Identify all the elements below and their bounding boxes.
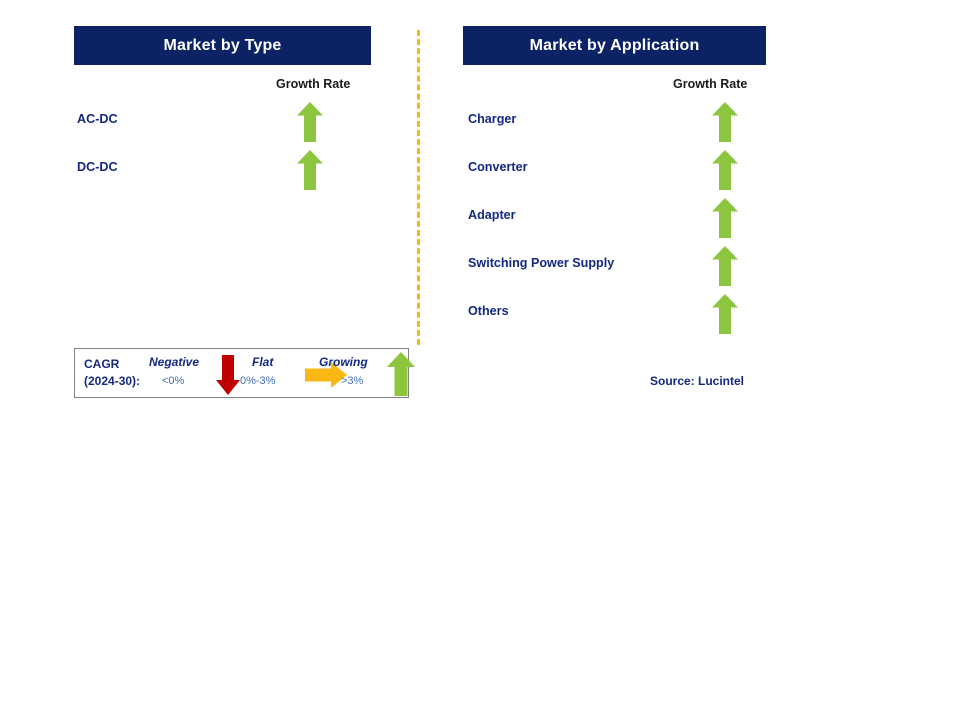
table-row: Charger	[463, 98, 766, 146]
table-row: Adapter	[463, 194, 766, 242]
source-attribution: Source: Lucintel	[650, 374, 745, 388]
row-label: Adapter	[468, 208, 516, 222]
legend-title: Negative	[149, 355, 200, 369]
panel-title-market-by-type: Market by Type	[74, 26, 371, 65]
legend-item-negative: Negative <0%	[146, 349, 240, 397]
row-label: Converter	[468, 160, 528, 174]
panel-market-by-type: Market by Type Growth Rate AC-DC DC-DC	[74, 0, 371, 190]
arrow-down-icon	[216, 355, 240, 395]
table-row: Switching Power Supply	[463, 242, 766, 290]
legend-item-flat: Flat 0%-3%	[238, 349, 347, 397]
legend-cagr-label: CAGR (2024-30):	[84, 356, 140, 390]
arrow-up-icon	[712, 294, 738, 334]
panel-divider	[417, 30, 420, 345]
row-label: Others	[468, 304, 509, 318]
arrow-up-icon	[712, 150, 738, 190]
table-row: DC-DC	[74, 146, 371, 194]
arrow-up-icon	[297, 150, 323, 190]
table-row: Others	[463, 290, 766, 338]
column-header-growth-rate: Growth Rate	[276, 77, 351, 91]
panel-market-by-application: Market by Application Growth Rate Charge…	[463, 0, 766, 334]
arrow-up-icon	[297, 102, 323, 142]
arrow-up-icon	[387, 352, 415, 396]
legend-title: Flat	[252, 355, 274, 369]
arrow-up-icon	[712, 198, 738, 238]
legend-value: <0%	[162, 375, 185, 387]
legend-cagr-line2: (2024-30):	[84, 374, 141, 388]
legend-cagr-line1: CAGR	[84, 357, 120, 371]
legend-item-growing: Growing >3%	[315, 349, 415, 397]
row-label: Switching Power Supply	[468, 256, 615, 270]
row-label: Charger	[468, 112, 517, 126]
legend-value: >3%	[341, 375, 364, 387]
row-label: DC-DC	[77, 160, 118, 174]
legend-value: 0%-3%	[240, 375, 276, 387]
table-row: Converter	[463, 146, 766, 194]
column-header-growth-rate: Growth Rate	[673, 77, 748, 91]
arrow-up-icon	[712, 246, 738, 286]
legend-title: Growing	[319, 355, 368, 369]
cagr-legend: CAGR (2024-30): Negative <0% Flat 0%-3% …	[74, 348, 415, 398]
table-row: AC-DC	[74, 98, 371, 146]
arrow-up-icon	[712, 102, 738, 142]
row-label: AC-DC	[77, 112, 118, 126]
panel-title-market-by-application: Market by Application	[463, 26, 766, 65]
